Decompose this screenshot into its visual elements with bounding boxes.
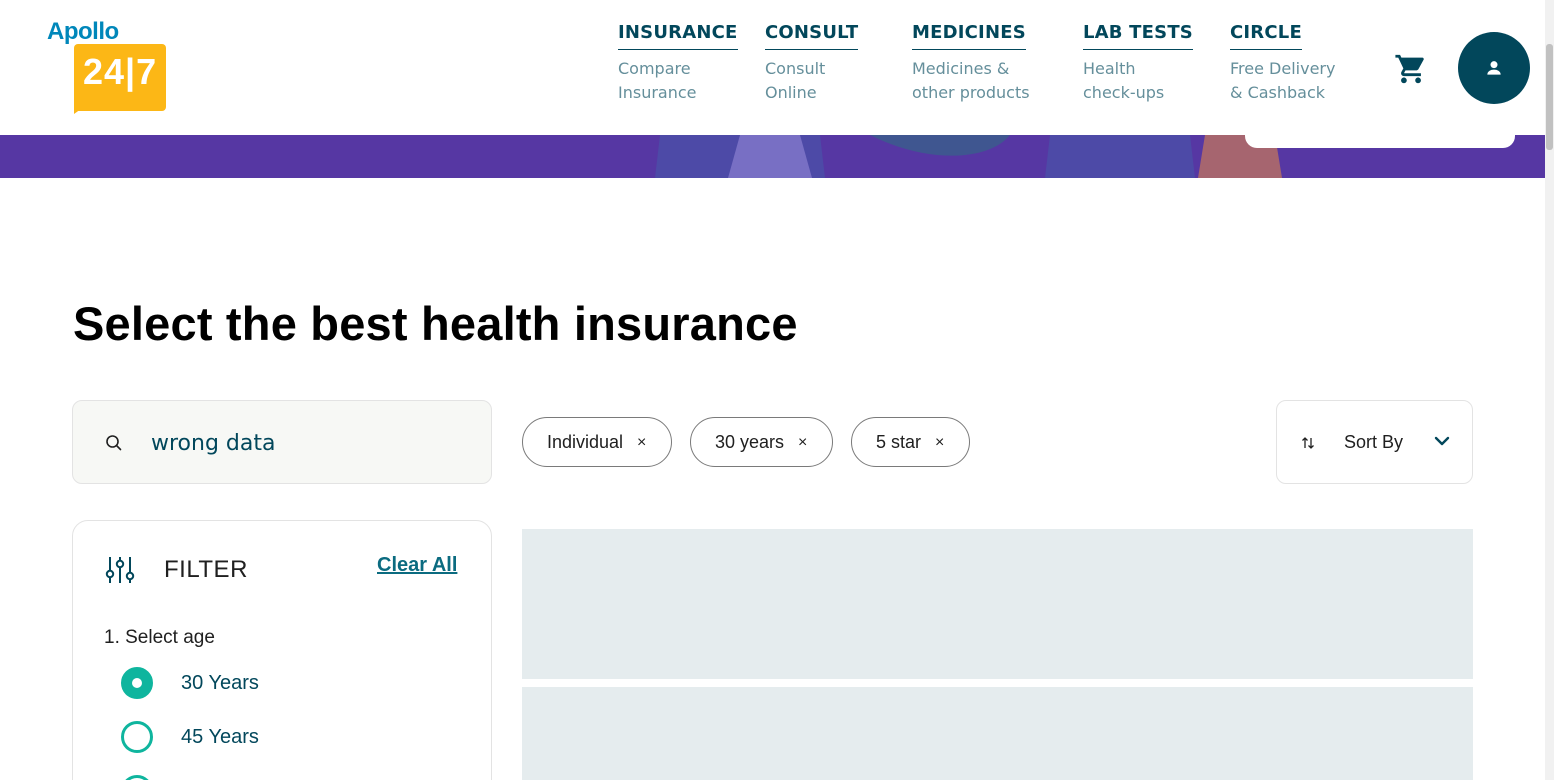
filter-title: FILTER — [164, 556, 248, 583]
site-header: Apollo 24|7 INSURANCE Compare Insurance … — [0, 0, 1545, 135]
search-input[interactable] — [151, 423, 471, 463]
nav-lab-tests-title[interactable]: LAB TESTS — [1083, 22, 1193, 50]
chevron-down-icon — [1434, 436, 1450, 446]
nav-medicines-title[interactable]: MEDICINES — [912, 22, 1026, 50]
nav-insurance-subtitle: Compare Insurance — [618, 59, 697, 102]
page-scrollbar[interactable] — [1545, 0, 1554, 780]
nav-insurance-title[interactable]: INSURANCE — [618, 22, 738, 50]
filter-chip-30-years[interactable]: 30 years × — [690, 417, 833, 467]
nav-consult[interactable]: CONSULT Consult Online — [765, 22, 859, 105]
nav-consult-subtitle: Consult Online — [765, 59, 826, 102]
sliders-icon — [105, 557, 135, 583]
age-option-label: 30 Years — [181, 671, 259, 694]
chip-label: Individual — [547, 431, 624, 452]
chip-label: 30 years — [715, 431, 785, 452]
apollo-logo[interactable]: Apollo 24|7 — [47, 18, 172, 118]
scrollbar-thumb[interactable] — [1546, 44, 1553, 150]
nav-circle-subtitle: Free Delivery & Cashback — [1230, 59, 1336, 102]
search-box[interactable] — [72, 400, 492, 484]
logo-number-text: 24|7 — [83, 51, 158, 92]
nav-consult-title[interactable]: CONSULT — [765, 22, 859, 50]
search-icon — [106, 435, 122, 451]
radio-button-checked[interactable] — [121, 667, 153, 699]
profile-button[interactable] — [1458, 32, 1530, 104]
nav-medicines-subtitle: Medicines & other products — [912, 59, 1030, 102]
plan-card-placeholder — [522, 529, 1473, 679]
sort-by-label: Sort By — [1344, 432, 1404, 452]
logo-brand-text: Apollo — [47, 18, 119, 45]
chip-label: 5 star — [876, 431, 922, 452]
radio-button[interactable] — [121, 721, 153, 753]
age-option-30[interactable]: 30 Years — [121, 667, 259, 699]
radio-button[interactable] — [121, 775, 153, 780]
sort-by-dropdown[interactable]: Sort By — [1276, 400, 1473, 484]
close-icon[interactable]: × — [637, 435, 646, 451]
logo-badge-tail — [74, 104, 88, 114]
banner-card — [1245, 135, 1515, 148]
user-icon — [1487, 61, 1501, 75]
nav-lab-tests-subtitle: Health check-ups — [1083, 59, 1165, 102]
nav-circle[interactable]: CIRCLE Free Delivery & Cashback — [1230, 22, 1335, 105]
promo-banner — [0, 135, 1545, 178]
age-section-heading: 1. Select age — [104, 627, 215, 648]
filter-chip-5-star[interactable]: 5 star × — [851, 417, 970, 467]
nav-insurance[interactable]: INSURANCE Compare Insurance — [618, 22, 738, 105]
age-option-next[interactable] — [121, 775, 181, 780]
nav-circle-title[interactable]: CIRCLE — [1230, 22, 1302, 50]
age-option-45[interactable]: 45 Years — [121, 721, 259, 753]
shopping-cart-icon[interactable] — [1394, 52, 1428, 86]
close-icon[interactable]: × — [935, 435, 944, 451]
clear-all-link[interactable]: Clear All — [377, 554, 457, 577]
filter-chip-individual[interactable]: Individual × — [522, 417, 672, 467]
page-title: Select the best health insurance — [73, 297, 798, 350]
sort-arrows-icon — [1302, 437, 1314, 449]
filter-panel: FILTER Clear All 1. Select age 30 Years … — [72, 520, 492, 780]
nav-medicines[interactable]: MEDICINES Medicines & other products — [912, 22, 1030, 105]
plan-card-placeholder — [522, 687, 1473, 780]
close-icon[interactable]: × — [798, 435, 807, 451]
nav-lab-tests[interactable]: LAB TESTS Health check-ups — [1083, 22, 1193, 105]
age-option-label: 45 Years — [181, 725, 259, 748]
